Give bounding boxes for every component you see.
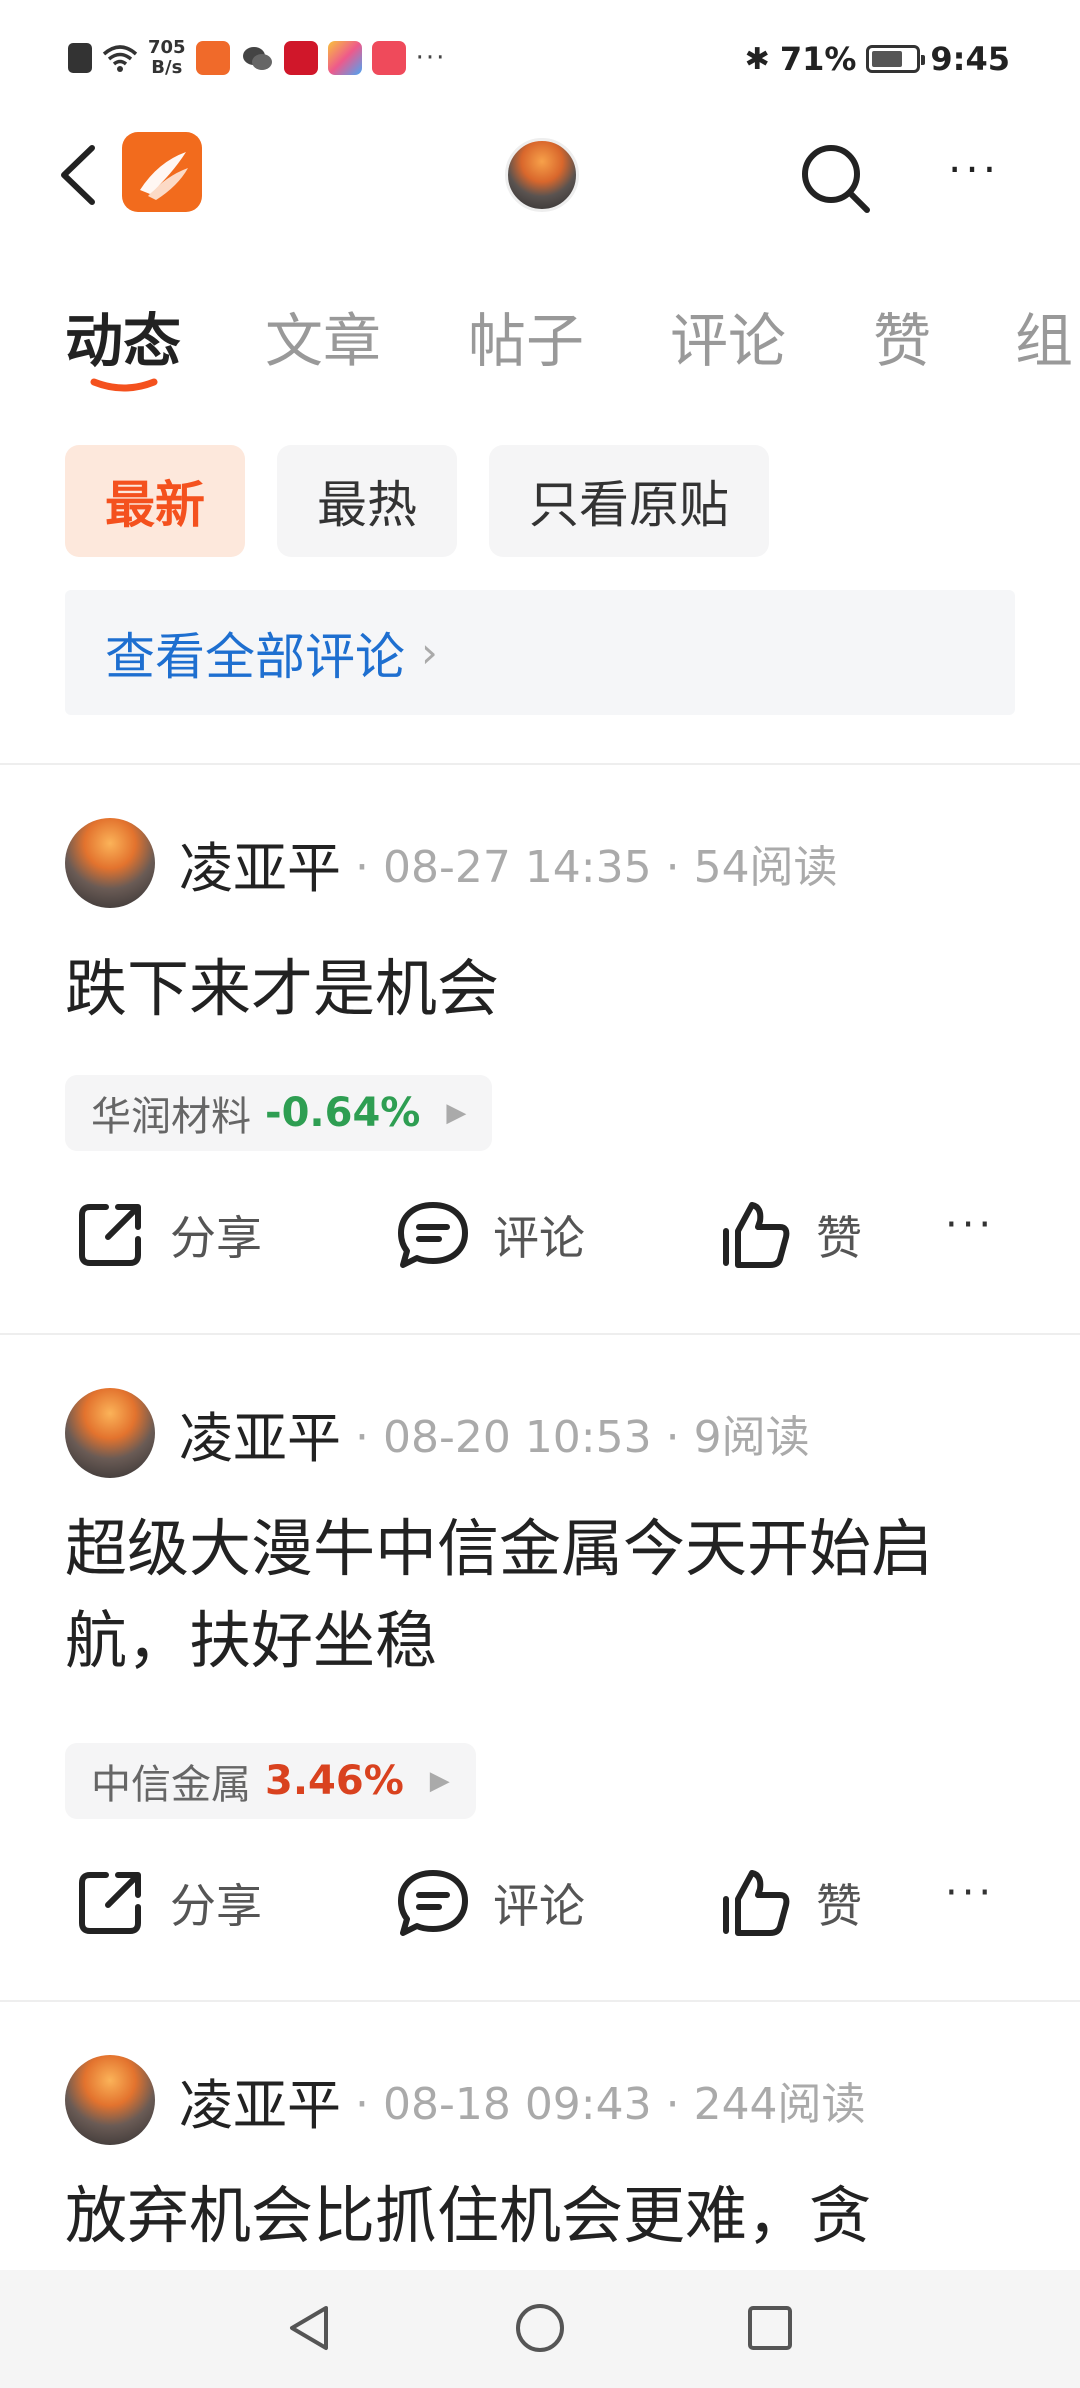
tab-comments[interactable]: 评论	[670, 294, 786, 378]
app-logo[interactable]	[122, 132, 202, 212]
divider	[0, 763, 1080, 765]
post-title[interactable]: 超级大漫牛中信金属今天开始启航，扶好坐稳	[65, 1503, 1005, 1687]
share-icon	[79, 1204, 141, 1266]
like-button[interactable]: 赞	[718, 1865, 862, 1941]
divider	[0, 1333, 1080, 1335]
wifi-icon	[102, 45, 138, 72]
battery-icon	[866, 45, 926, 73]
stock-tag[interactable]: 华润材料 -0.64% ▶	[65, 1075, 493, 1151]
battery-percent: 71%	[779, 40, 857, 78]
top-bar: ···	[0, 120, 1080, 230]
nav-home-icon[interactable]	[512, 2300, 568, 2356]
share-button[interactable]: 分享	[72, 1865, 262, 1941]
network-speed-unit: B/s	[151, 57, 183, 78]
author-avatar[interactable]	[65, 2055, 155, 2145]
author-name[interactable]: 凌亚平	[179, 2061, 341, 2140]
thumbs-up-icon	[723, 1202, 790, 1268]
stock-name: 华润材料	[91, 1094, 251, 1140]
sort-filters: 最新 最热 只看原贴	[65, 445, 769, 557]
wechat-icon	[242, 47, 272, 70]
network-speed: 705 B/s	[148, 38, 186, 78]
filter-original-only[interactable]: 只看原贴	[489, 445, 769, 557]
tab-articles[interactable]: 文章	[265, 294, 381, 378]
bluetooth-icon: ✱	[744, 41, 770, 77]
comment-icon	[398, 1870, 468, 1936]
tab-posts[interactable]: 帖子	[468, 294, 584, 378]
see-all-comments-label: 查看全部评论	[105, 627, 405, 686]
status-right: ✱ 71% 9:45	[745, 40, 1010, 78]
nav-recent-icon[interactable]	[742, 2300, 798, 2356]
chevron-right-icon: ›	[421, 628, 438, 677]
like-label: 赞	[816, 1211, 862, 1265]
share-label: 分享	[170, 1211, 262, 1265]
author-avatar[interactable]	[65, 1388, 155, 1478]
more-notifications-icon: ···	[415, 43, 447, 73]
share-icon	[79, 1872, 141, 1934]
comment-button[interactable]: 评论	[395, 1197, 585, 1273]
clock: 9:45	[930, 40, 1010, 78]
play-arrow-icon: ▶	[446, 1098, 467, 1128]
active-tab-indicator	[90, 378, 158, 392]
app-notification-icon	[327, 41, 362, 75]
author-name[interactable]: 凌亚平	[179, 824, 341, 903]
thumbs-up-icon	[723, 1870, 790, 1936]
post-header: 凌亚平 · 08-18 09:43 · 244阅读	[65, 2052, 866, 2148]
share-button[interactable]: 分享	[72, 1197, 262, 1273]
status-left: 705 B/s ···	[68, 38, 446, 78]
nav-back-icon[interactable]	[282, 2300, 338, 2356]
back-icon[interactable]	[52, 142, 108, 208]
comment-button[interactable]: 评论	[395, 1865, 585, 1941]
like-label: 赞	[816, 1879, 862, 1933]
stock-tag[interactable]: 中信金属 3.46% ▶	[65, 1743, 476, 1819]
app-notification-icon	[195, 41, 230, 75]
tab-groups[interactable]: 组	[1015, 294, 1073, 378]
author-avatar[interactable]	[65, 818, 155, 908]
post-header: 凌亚平 · 08-20 10:53 · 9阅读	[65, 1385, 810, 1481]
notification-icon	[68, 43, 92, 73]
play-arrow-icon: ▶	[429, 1766, 450, 1796]
share-label: 分享	[170, 1879, 262, 1933]
tab-bar: 动态 文章 帖子 评论 赞 组	[0, 270, 1080, 400]
post-title[interactable]: 放弃机会比抓住机会更难，贪	[65, 2170, 1005, 2262]
see-all-comments-button[interactable]: 查看全部评论 ›	[65, 590, 1015, 715]
post-actions: 分享 评论 赞 ···	[0, 1197, 1080, 1287]
search-icon[interactable]	[795, 138, 875, 218]
stock-change: 3.46%	[265, 1758, 404, 1804]
post-actions: 分享 评论 赞 ···	[0, 1865, 1080, 1955]
comment-label: 评论	[493, 1211, 585, 1265]
network-speed-value: 705	[148, 37, 186, 58]
logo-icon	[140, 152, 188, 200]
comment-label: 评论	[493, 1879, 585, 1933]
more-options-icon[interactable]: ···	[948, 149, 1000, 191]
profile-avatar[interactable]	[505, 138, 579, 212]
tab-dynamic[interactable]: 动态	[65, 294, 181, 378]
post-meta: · 08-18 09:43 · 244阅读	[355, 2079, 866, 2130]
comment-icon	[398, 1202, 468, 1268]
system-nav-bar	[0, 2270, 1080, 2388]
author-name[interactable]: 凌亚平	[179, 1394, 341, 1473]
post-header: 凌亚平 · 08-27 14:35 · 54阅读	[65, 815, 838, 911]
like-button[interactable]: 赞	[718, 1197, 862, 1273]
status-bar: 705 B/s ··· ✱ 71% 9:45	[0, 0, 1080, 120]
app-notification-icon	[371, 41, 406, 75]
stock-change: -0.64%	[265, 1090, 421, 1136]
post-title[interactable]: 跌下来才是机会	[65, 943, 1005, 1035]
tab-likes[interactable]: 赞	[873, 294, 931, 378]
post-meta: · 08-20 10:53 · 9阅读	[355, 1412, 810, 1463]
divider	[0, 2000, 1080, 2002]
app-notification-icon	[283, 41, 318, 75]
post-meta: · 08-27 14:35 · 54阅读	[355, 842, 838, 893]
filter-latest[interactable]: 最新	[65, 445, 245, 557]
more-icon[interactable]: ···	[945, 1205, 995, 1245]
filter-hottest[interactable]: 最热	[277, 445, 457, 557]
more-icon[interactable]: ···	[945, 1873, 995, 1913]
battery-level	[872, 51, 903, 67]
stock-name: 中信金属	[91, 1762, 251, 1808]
